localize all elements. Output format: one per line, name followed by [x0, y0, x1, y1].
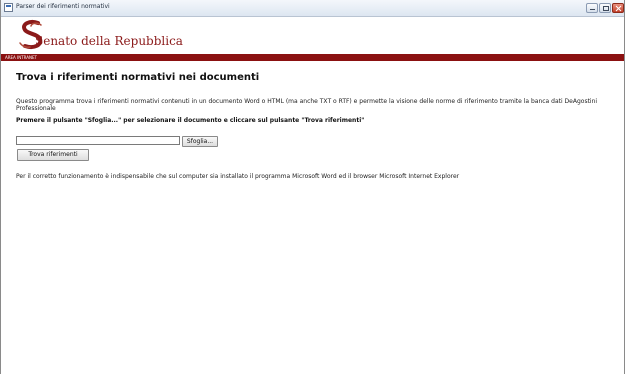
- intranet-bar: AREA INTRANET: [1, 54, 624, 61]
- browse-button[interactable]: Sfoglia...: [182, 136, 218, 147]
- window-title: Parser dei riferimenti normativi: [16, 3, 110, 10]
- site-title: Senato della Repubblica: [35, 34, 183, 48]
- description-text: Questo programma trova i riferimenti nor…: [16, 98, 598, 112]
- requirements-note: Per il corretto funzionamento è indispen…: [16, 173, 460, 180]
- page-title: Trova i riferimenti normativi nei docume…: [16, 72, 260, 83]
- site-header: Senato della Repubblica: [1, 17, 624, 54]
- title-bar: Parser dei riferimenti normativi: [1, 0, 624, 17]
- minimize-button[interactable]: [586, 3, 598, 13]
- maximize-button[interactable]: [599, 3, 611, 13]
- close-button[interactable]: [612, 3, 624, 13]
- app-icon: [4, 3, 13, 12]
- browser-window: Parser dei riferimenti normativi Senato …: [0, 0, 625, 374]
- find-references-button[interactable]: Trova riferimenti: [17, 149, 89, 161]
- instruction-text: Premere il pulsante "Sfoglia..." per sel…: [16, 117, 365, 124]
- area-label: AREA INTRANET: [5, 55, 37, 60]
- file-path-input[interactable]: [16, 136, 180, 145]
